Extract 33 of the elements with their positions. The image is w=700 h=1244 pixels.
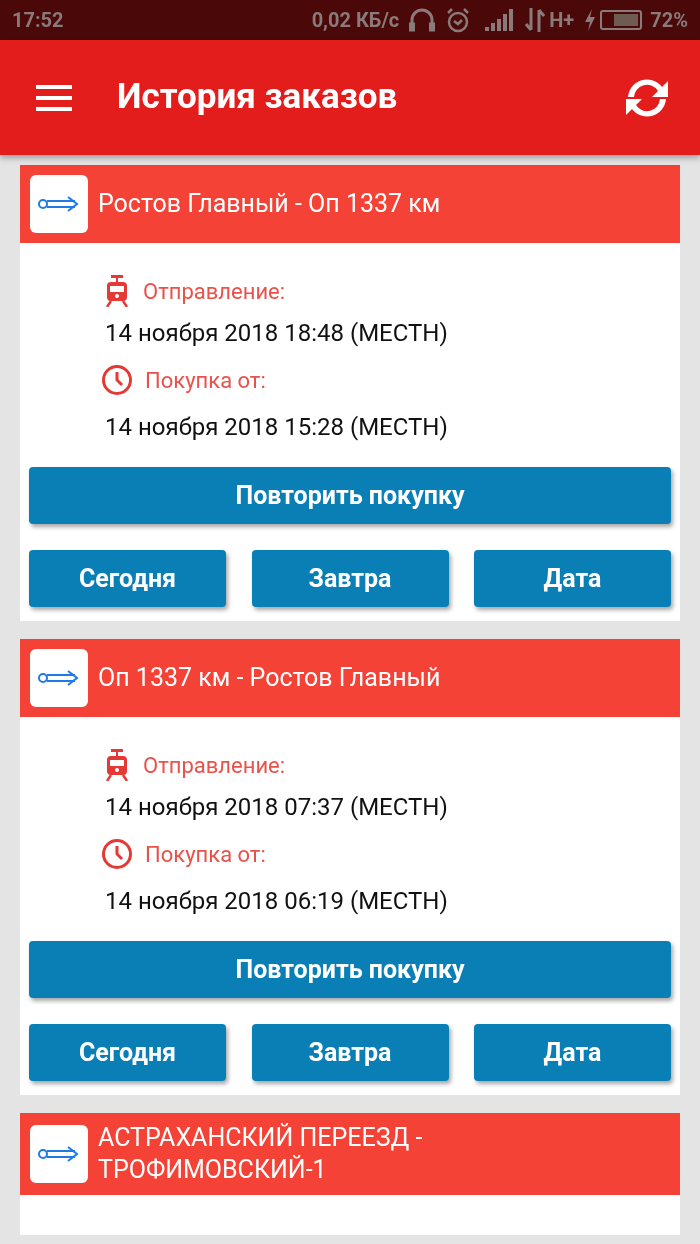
departure-label: Отправление: (143, 277, 286, 306)
order-button[interactable]: Завтра (251, 550, 449, 607)
order-button[interactable]: Дата (474, 550, 671, 607)
route-title: Оп 1337 км - Ростов Главный (98, 662, 441, 694)
data-arrows-icon (525, 8, 546, 32)
app-title: История заказов (117, 75, 398, 120)
signal-icon (485, 9, 516, 31)
purchase-label: Покупка от: (145, 840, 266, 869)
status-time: 17:52 (12, 7, 64, 34)
tram-icon (105, 275, 129, 307)
departure-label: Отправление: (143, 751, 286, 780)
route-title: АСТРАХАНСКИЙ ПЕРЕЕЗД - ТРОФИМОВСКИЙ-1 (98, 1122, 424, 1186)
departure-time: 14 ноября 2018 07:37 (МЕСТН) (105, 792, 448, 823)
headphones-icon (409, 8, 436, 32)
menu-icon[interactable] (36, 84, 72, 111)
tram-icon (105, 749, 129, 781)
purchase-time: 14 ноября 2018 06:19 (МЕСТН) (105, 886, 448, 917)
order-button[interactable]: Сегодня (29, 550, 226, 607)
order-button[interactable]: Повторить покупку (29, 941, 671, 998)
purchase-label: Покупка от: (145, 366, 266, 395)
order-button[interactable]: Сегодня (29, 1024, 226, 1081)
departure-time: 14 ноября 2018 18:48 (МЕСТН) (105, 318, 448, 349)
network-speed: 0,02 КБ/с (311, 7, 400, 34)
clock-icon (101, 364, 133, 396)
order-button[interactable]: Завтра (251, 1024, 449, 1081)
network-type: H+ (549, 7, 575, 34)
purchase-time: 14 ноября 2018 15:28 (МЕСТН) (105, 412, 448, 443)
battery-icon (600, 10, 643, 30)
battery-percent: 72% (650, 7, 688, 34)
clock-icon (101, 838, 133, 870)
route-title: Ростов Главный - Оп 1337 км (98, 188, 441, 220)
order-button[interactable]: Повторить покупку (29, 467, 671, 524)
order-button[interactable]: Дата (474, 1024, 671, 1081)
